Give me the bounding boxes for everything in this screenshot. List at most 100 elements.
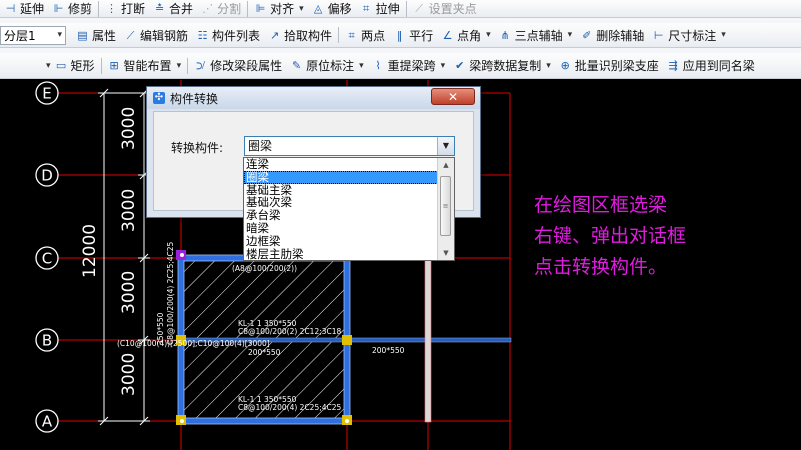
component-list-button[interactable]: ☷ 构件列表 [192, 23, 264, 47]
extend-button[interactable]: ⊣ 延伸 [0, 0, 48, 17]
beam-note-5: 200*550 [248, 348, 281, 357]
edit-rebar-button[interactable]: ⟋ 编辑钢筋 [120, 23, 192, 47]
split-icon: ⋰ [202, 2, 214, 15]
merge-icon: ≛ [154, 2, 165, 15]
axis-bubble-e: E [42, 85, 51, 103]
chevron-down-icon: ▾ [176, 60, 182, 71]
align-button[interactable]: ⊫ 对齐 ▾ [250, 0, 308, 17]
span-label-dc: 3000 [119, 189, 139, 232]
scroll-down-icon[interactable]: ▼ [438, 246, 454, 260]
rectangle-button[interactable]: ▭ 矩形 [51, 53, 99, 78]
stretch-button[interactable]: ⌗ 拉伸 [356, 0, 404, 17]
three-point-axis-button[interactable]: ⋔ 三点辅轴 ▾ [495, 23, 577, 47]
dimension-icon: ⊢ [653, 28, 664, 42]
grip-icon: ⟋ [415, 2, 423, 15]
dropdown-scrollbar[interactable]: ▲ ≡ ▼ [437, 158, 454, 260]
beam-a[interactable] [180, 417, 348, 425]
span-label-ba: 3000 [119, 353, 139, 396]
separator [247, 0, 249, 17]
three-point-icon: ⋔ [500, 28, 510, 42]
chevron-down-icon: ▾ [721, 30, 726, 40]
beam-note-3: C8@100/200(2) 2C12;3C18 [238, 327, 342, 336]
rebar-icon: ⟋ [126, 28, 135, 42]
beam-note-4: (C10@100(4))[2500];C10@100(4)[3000] [117, 339, 270, 348]
separator [100, 57, 102, 74]
break-button[interactable]: ⋮ 打断 [101, 0, 149, 17]
convert-component-select[interactable]: 圈梁 ▼ [244, 136, 455, 156]
property-icon: ▤ [77, 28, 88, 42]
two-point-icon: ⌗ [348, 28, 355, 42]
scroll-thumb[interactable]: ≡ [440, 176, 451, 236]
re-span-button[interactable]: ⌇ 重提梁跨 ▾ [368, 53, 450, 78]
span-label-cb: 3000 [119, 271, 139, 314]
trim-button[interactable]: ⊩ 修剪 [48, 0, 96, 17]
chevron-down-icon[interactable]: ▼ [437, 137, 454, 155]
separator [98, 0, 100, 17]
copy-span-data-button[interactable]: ✔ 梁跨数据复制 ▾ [449, 53, 555, 78]
set-grip-button[interactable]: ⟋ 设置夹点 [409, 0, 481, 17]
property-button[interactable]: ▤ 属性 [72, 23, 120, 47]
delete-axis-button[interactable]: ✐ 删除辅轴 [576, 23, 648, 47]
convert-label: 转换构件: [171, 141, 224, 155]
dropdown-option[interactable]: 暗梁 [244, 222, 438, 235]
close-button[interactable]: ✕ [431, 88, 475, 105]
extend-icon: ⊣ [5, 2, 16, 15]
trim-icon: ⊩ [53, 2, 64, 15]
pick-component-button[interactable]: ↗ 拾取构件 [264, 23, 336, 47]
offset-icon: ◬ [313, 2, 323, 15]
pick-icon: ↗ [269, 28, 280, 42]
chevron-down-icon: ▾ [440, 60, 446, 71]
modify-icon: ⟉ [195, 59, 206, 72]
dropdown-option[interactable]: 连梁 [244, 158, 438, 171]
origin-mark-button[interactable]: ✎ 原位标注 ▾ [286, 53, 368, 78]
axis-bubble-c: C [42, 250, 52, 268]
apply-same-name-button[interactable]: ⇶ 应用到同名梁 [663, 53, 759, 78]
smart-layout-icon: ⊞ [109, 59, 119, 72]
chevron-down-icon: ▾ [299, 3, 304, 14]
split-button[interactable]: ⋰ 分割 [197, 0, 245, 17]
separator [405, 0, 407, 17]
merge-button[interactable]: ≛ 合并 [149, 0, 197, 17]
stretch-icon: ⌗ [363, 2, 370, 15]
selected-value: 圈梁 [248, 139, 273, 153]
chevron-down-icon: ▾ [567, 30, 573, 40]
toolbar-beam: ▾ ▭ 矩形 ⊞ 智能布置 ▾ ⟉ 修改梁段属性 ✎ 原位标注 ▾ ⌇ 重提梁跨 ▾ ✔ 梁跨数据… [0, 53, 801, 79]
axis-bubbles: E D C B A [35, 81, 59, 433]
floor-select[interactable]: 分层1 ▾ [0, 25, 66, 45]
total-span-label: 12000 [80, 224, 100, 278]
dialog-title: 构件转换 [170, 91, 219, 106]
smart-layout-button[interactable]: ⊞ 智能布置 ▾ [104, 53, 186, 78]
dropdown-option[interactable]: 楼层主肋梁 [244, 247, 438, 260]
chevron-down-icon: ▾ [359, 60, 364, 71]
chevron-down-icon: ▾ [546, 60, 551, 71]
toolbar-edit: ⊣ 延伸 ⊩ 修剪 ⋮ 打断 ≛ 合并 ⋰ 分割 ⊫ 对齐 ▾ ◬ 偏移 ⌗ 拉伸 ⟋ 设置夹点 [0, 0, 801, 18]
annotation-line-2: 右键、弹出对话框 [534, 225, 687, 247]
span-icon: ⌇ [375, 59, 381, 72]
dropdown-option[interactable]: 承台梁 [244, 209, 438, 222]
dropdown-option-selected[interactable]: 圈梁 [244, 170, 438, 184]
axis-bubble-a: A [42, 413, 53, 431]
convert-component-dropdown[interactable]: 连梁 圈梁 基础主梁 基础次梁 承台梁 暗梁 边框梁 楼层主肋梁 ▲ ≡ ▼ [243, 157, 455, 261]
separator [338, 27, 340, 43]
beam-note-8: C8@100/200(4) 2C25;4C25 [238, 403, 342, 412]
scroll-up-icon[interactable]: ▲ [438, 158, 454, 172]
dropdown-option[interactable]: 边框梁 [244, 234, 438, 248]
span-label-ed: 3000 [119, 107, 139, 150]
apply-icon: ⇶ [668, 59, 678, 72]
beam-note-1: (A8@100/200(2)) [232, 264, 297, 273]
beam-v3[interactable] [424, 257, 432, 423]
batch-identify-button[interactable]: ⊕ 批量识别梁支座 [555, 53, 663, 78]
dimension-labels: 3000 3000 3000 3000 12000 [80, 107, 139, 396]
modify-beam-prop-button[interactable]: ⟉ 修改梁段属性 [190, 53, 286, 78]
parallel-button[interactable]: ‖ 平行 [389, 23, 437, 47]
app-icon: ✣ [153, 92, 165, 104]
axis-bubble-b: B [42, 332, 52, 350]
point-angle-button[interactable]: ∠ 点角 ▾ [437, 23, 495, 47]
two-point-button[interactable]: ⌗ 两点 [341, 23, 389, 47]
offset-button[interactable]: ◬ 偏移 [308, 0, 356, 17]
parallel-icon: ‖ [396, 28, 403, 42]
chevron-down-icon: ▾ [57, 30, 62, 40]
beam-note-9: 350*550 [156, 312, 165, 345]
dimension-button[interactable]: ⊢ 尺寸标注 ▾ [648, 23, 730, 47]
break-icon: ⋮ [106, 2, 118, 15]
